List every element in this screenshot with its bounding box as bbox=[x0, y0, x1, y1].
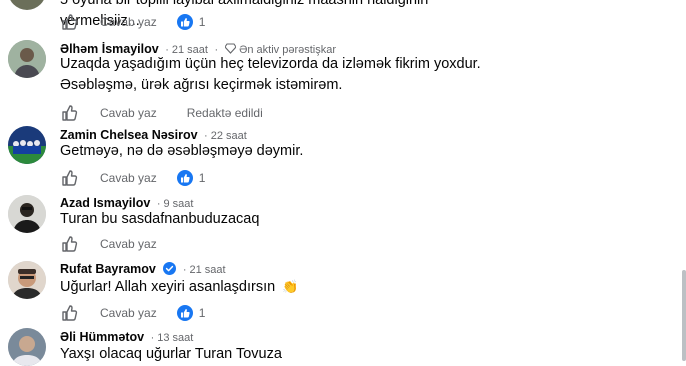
like-reaction-icon bbox=[176, 14, 193, 30]
like-reaction-icon bbox=[176, 305, 193, 321]
diamond-icon bbox=[223, 43, 237, 54]
reaction-count: 1 bbox=[198, 15, 206, 29]
reply-button[interactable]: Cavab yaz bbox=[100, 306, 157, 320]
like-icon[interactable] bbox=[60, 13, 78, 31]
author-name[interactable]: Əli Hümmətov bbox=[60, 330, 144, 344]
like-icon[interactable] bbox=[60, 235, 78, 253]
scrollbar[interactable] bbox=[682, 270, 686, 361]
comment-text: Uğurlar! Allah xeyiri asanlaşdırsın bbox=[60, 279, 276, 295]
avatar[interactable] bbox=[8, 261, 46, 299]
like-icon[interactable] bbox=[60, 304, 78, 322]
verified-badge-icon bbox=[163, 262, 177, 275]
avatar[interactable] bbox=[8, 0, 46, 10]
reaction-count: 1 bbox=[198, 171, 206, 185]
avatar[interactable] bbox=[8, 40, 46, 78]
comment-actions: Cavab yaz Redaktə edildi bbox=[60, 104, 263, 122]
reply-button[interactable]: Cavab yaz bbox=[100, 106, 157, 120]
comment-header: Zamin Chelsea Nəsirov · 22 saat bbox=[60, 128, 247, 142]
avatar[interactable] bbox=[8, 195, 46, 233]
comment-body: Uzaqda yaşadığım üçün heç televizorda da… bbox=[60, 56, 481, 93]
reaction-summary[interactable]: 1 bbox=[176, 14, 206, 30]
comment-body: Turan bu sasdafnanbuduzacaq bbox=[60, 211, 260, 227]
avatar[interactable] bbox=[8, 328, 46, 366]
comment-header: Azad Ismayilov · 9 saat bbox=[60, 196, 193, 210]
separator-dot: · bbox=[182, 264, 187, 276]
comment-body: Uğurlar! Allah xeyiri asanlaşdırsın 👏 bbox=[60, 276, 480, 298]
reply-button[interactable]: Cavab yaz bbox=[100, 237, 157, 251]
reply-button[interactable]: Cavab yaz bbox=[100, 171, 157, 185]
like-reaction-icon bbox=[176, 170, 193, 186]
comment-body: Getməyə, nə də əsəbləşməyə dəymir. bbox=[60, 143, 304, 159]
clapping-hands-emoji: 👏 bbox=[282, 279, 299, 294]
comment-actions: Cavab yaz 1 bbox=[60, 169, 205, 187]
edited-label: Redaktə edildi bbox=[186, 106, 263, 120]
timestamp[interactable]: 13 saat bbox=[157, 332, 193, 344]
avatar[interactable] bbox=[8, 126, 46, 164]
author-name[interactable]: Azad Ismayilov bbox=[60, 196, 150, 210]
timestamp[interactable]: 21 saat bbox=[190, 264, 226, 276]
separator-dot: · bbox=[150, 332, 155, 344]
like-icon[interactable] bbox=[60, 169, 78, 187]
reaction-summary[interactable]: 1 bbox=[176, 305, 206, 321]
comment-body: Yaxşı olacaq uğurlar Turan Tovuza bbox=[60, 346, 282, 362]
reply-button[interactable]: Cavab yaz bbox=[100, 15, 157, 29]
like-icon[interactable] bbox=[60, 104, 78, 122]
comment-actions: Cavab yaz 1 bbox=[60, 304, 205, 322]
author-name[interactable]: Rufat Bayramov bbox=[60, 262, 156, 276]
reaction-summary[interactable]: 1 bbox=[176, 170, 206, 186]
comment-header: Rufat Bayramov · 21 saat bbox=[60, 262, 226, 276]
comment-actions: Cavab yaz 1 bbox=[60, 13, 205, 31]
author-name[interactable]: Zamin Chelsea Nəsirov bbox=[60, 128, 198, 142]
reaction-count: 1 bbox=[198, 306, 206, 320]
comment-header: Əli Hümmətov · 13 saat bbox=[60, 330, 193, 344]
comment-actions: Cavab yaz bbox=[60, 235, 157, 253]
